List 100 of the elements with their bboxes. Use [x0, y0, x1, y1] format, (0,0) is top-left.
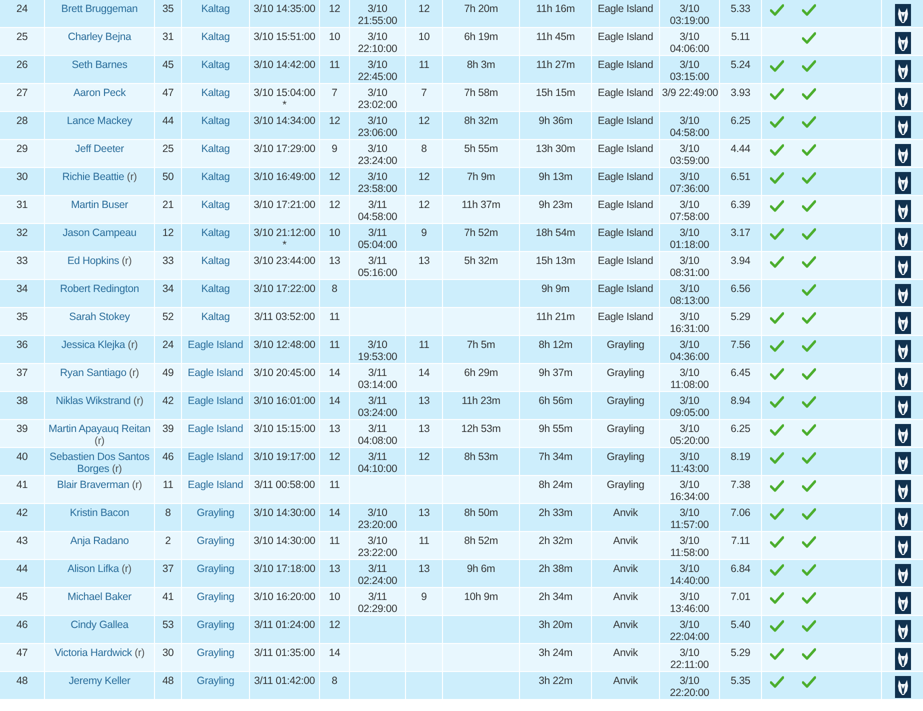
husky-head-icon[interactable]: [894, 536, 910, 558]
musher-name-link[interactable]: Aaron Peck: [45, 84, 155, 111]
musher-name-link[interactable]: Richie Beattie (r): [45, 168, 155, 195]
husky-head-icon[interactable]: [894, 676, 910, 698]
bib-cell: 42: [155, 392, 182, 419]
time-out-cell: 3/10 23:20:00: [350, 504, 406, 531]
position-cell: 41: [0, 476, 45, 503]
husky-head-icon[interactable]: [894, 340, 910, 362]
musher-name-link[interactable]: Jessica Klejka (r): [45, 336, 155, 363]
musher-name-link[interactable]: Anja Radano: [45, 532, 155, 559]
husky-head-icon[interactable]: [894, 60, 910, 82]
next-checkpoint-cell: Eagle Island: [592, 0, 660, 27]
musher-name-link[interactable]: Charley Bejna: [45, 28, 155, 55]
husky-head-icon[interactable]: [894, 368, 910, 390]
husky-head-icon[interactable]: [894, 200, 910, 222]
musher-name-link[interactable]: Martin Buser: [45, 196, 155, 223]
time-en-route-cell: 9h 23m: [520, 196, 592, 223]
checkpoint-link[interactable]: Kaltag: [182, 0, 250, 27]
bib-cell: 24: [155, 336, 182, 363]
musher-name-link[interactable]: Robert Redington: [45, 280, 155, 307]
checkpoint-link[interactable]: Kaltag: [182, 280, 250, 307]
checkpoint-link[interactable]: Kaltag: [182, 28, 250, 55]
musher-name-link[interactable]: Kristin Bacon: [45, 504, 155, 531]
husky-head-icon[interactable]: [894, 172, 910, 194]
musher-name-link[interactable]: Michael Baker: [45, 588, 155, 615]
husky-head-icon[interactable]: [894, 256, 910, 278]
husky-head-icon[interactable]: [894, 480, 910, 502]
checkpoint-link[interactable]: Eagle Island: [182, 336, 250, 363]
musher-name-link[interactable]: Jeremy Keller: [45, 672, 155, 699]
checkpoint-link[interactable]: Kaltag: [182, 252, 250, 279]
rest-time-cell: 6h 29m: [443, 364, 520, 391]
checkpoint-link[interactable]: Kaltag: [182, 224, 250, 251]
checkpoint-link[interactable]: Grayling: [182, 532, 250, 559]
checkpoint-link[interactable]: Grayling: [182, 560, 250, 587]
musher-name-link[interactable]: Seth Barnes: [45, 56, 155, 83]
time-in-cell: 3/10 21:12:00 *: [250, 224, 320, 251]
musher-name-link[interactable]: Jason Campeau: [45, 224, 155, 251]
next-checkpoint-cell: Eagle Island: [592, 140, 660, 167]
time-in-cell: 3/10 20:45:00: [250, 364, 320, 391]
checkpoint-link[interactable]: Eagle Island: [182, 476, 250, 503]
musher-name-link[interactable]: Sebastien Dos Santos Borges (r): [45, 448, 155, 475]
checkpoint-link[interactable]: Kaltag: [182, 140, 250, 167]
dogs-out-cell: 11: [406, 532, 443, 559]
musher-name-link[interactable]: Ed Hopkins (r): [45, 252, 155, 279]
husky-head-icon[interactable]: [894, 144, 910, 166]
time-en-route-cell: 8h 12m: [520, 336, 592, 363]
checkpoint-link[interactable]: Grayling: [182, 672, 250, 699]
checkpoint-link[interactable]: Kaltag: [182, 56, 250, 83]
checkpoint-link[interactable]: Kaltag: [182, 196, 250, 223]
checkpoint-link[interactable]: Eagle Island: [182, 392, 250, 419]
checkpoint-link[interactable]: Kaltag: [182, 168, 250, 195]
dogs-in-cell: 10: [320, 224, 350, 251]
checkpoint-link[interactable]: Grayling: [182, 504, 250, 531]
next-checkpoint-cell: Eagle Island: [592, 196, 660, 223]
musher-name-link[interactable]: Jeff Deeter: [45, 140, 155, 167]
musher-name-link[interactable]: Victoria Hardwick (r): [45, 644, 155, 671]
time-en-route-cell: 11h 21m: [520, 308, 592, 335]
position-cell: 25: [0, 28, 45, 55]
time-en-route-cell: 11h 27m: [520, 56, 592, 83]
checkpoint-link[interactable]: Kaltag: [182, 308, 250, 335]
husky-head-icon[interactable]: [894, 592, 910, 614]
husky-head-icon[interactable]: [894, 648, 910, 670]
time-in-cell: 3/11 01:24:00: [250, 616, 320, 643]
checkpoint-link[interactable]: Grayling: [182, 588, 250, 615]
dogs-out-cell: 11: [406, 56, 443, 83]
husky-head-icon[interactable]: [894, 424, 910, 446]
bib-cell: 41: [155, 588, 182, 615]
musher-name-link[interactable]: Cindy Gallea: [45, 616, 155, 643]
musher-name-link[interactable]: Sarah Stokey: [45, 308, 155, 335]
musher-name-link[interactable]: Blair Braverman (r): [45, 476, 155, 503]
musher-name-link[interactable]: Martin Apayauq Reitan (r): [45, 420, 155, 447]
checkpoint-link[interactable]: Kaltag: [182, 112, 250, 139]
eta-cell: 3/10 05:20:00: [660, 420, 720, 447]
position-cell: 36: [0, 336, 45, 363]
husky-head-icon[interactable]: [894, 284, 910, 306]
husky-head-icon[interactable]: [894, 4, 910, 26]
checkpoint-link[interactable]: Grayling: [182, 644, 250, 671]
checkpoint-link[interactable]: Eagle Island: [182, 420, 250, 447]
checkpoint-link[interactable]: Kaltag: [182, 84, 250, 111]
dogs-in-cell: 12: [320, 112, 350, 139]
husky-head-icon[interactable]: [894, 88, 910, 110]
musher-name-link[interactable]: Lance Mackey: [45, 112, 155, 139]
husky-head-icon[interactable]: [894, 564, 910, 586]
checkpoint-link[interactable]: Eagle Island: [182, 364, 250, 391]
husky-head-icon[interactable]: [894, 312, 910, 334]
musher-name-link[interactable]: Ryan Santiago (r): [45, 364, 155, 391]
husky-head-icon[interactable]: [894, 32, 910, 54]
husky-head-icon[interactable]: [894, 228, 910, 250]
husky-head-icon[interactable]: [894, 620, 910, 642]
checkpoint-link[interactable]: Grayling: [182, 616, 250, 643]
checkpoint-link[interactable]: Eagle Island: [182, 448, 250, 475]
musher-name-link[interactable]: Brett Bruggeman: [45, 0, 155, 27]
musher-name-link[interactable]: Niklas Wikstrand (r): [45, 392, 155, 419]
husky-head-icon[interactable]: [894, 116, 910, 138]
husky-head-icon[interactable]: [894, 452, 910, 474]
musher-name-link[interactable]: Alison Lifka (r): [45, 560, 155, 587]
dogs-in-cell: 14: [320, 504, 350, 531]
position-cell: 40: [0, 448, 45, 475]
husky-head-icon[interactable]: [894, 396, 910, 418]
husky-head-icon[interactable]: [894, 508, 910, 530]
